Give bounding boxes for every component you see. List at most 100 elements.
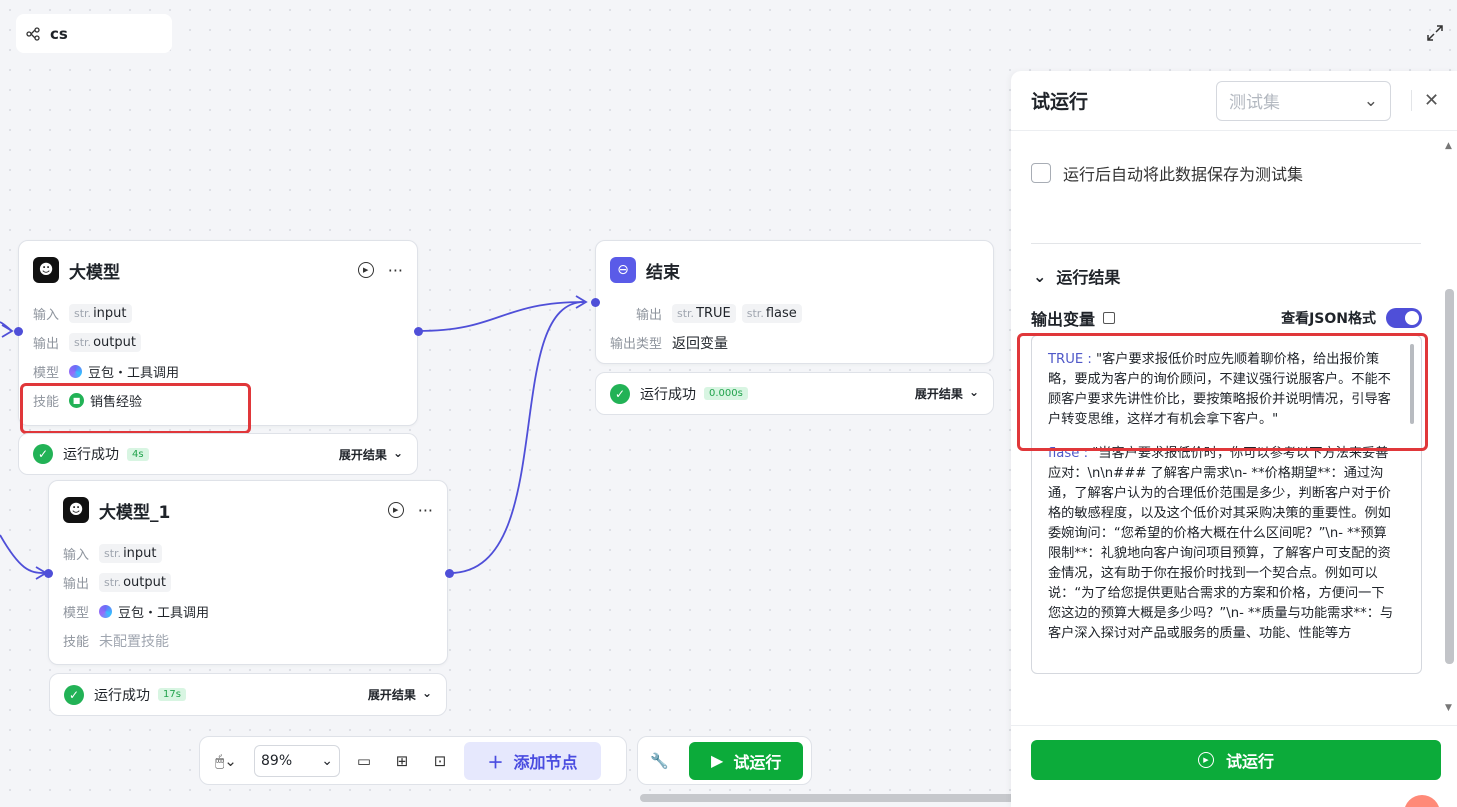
llm1-input-port[interactable] (44, 569, 53, 578)
edge-llm-end (417, 301, 585, 332)
output-tag: str. output (69, 333, 141, 352)
testset-select[interactable]: 测试集 ⌄ (1216, 80, 1391, 121)
arrow-llm (1, 324, 14, 338)
output-label: 输出 (63, 577, 90, 592)
end-input-port[interactable] (591, 298, 600, 307)
output-flase-tag: str. flase (741, 304, 802, 323)
panel-title: 试运行 (1031, 91, 1089, 113)
plus-icon: ＋ (487, 752, 504, 772)
llm-input-port[interactable] (14, 327, 23, 336)
comment-icon[interactable]: ▭ (350, 747, 378, 775)
model-value: 豆包・工具调用 (88, 366, 180, 381)
llm-output-port[interactable] (414, 327, 423, 336)
llm1-node[interactable]: ☻ 大模型_1 ▶ ··· 输入 str. input 输出 str. output… (48, 480, 448, 665)
llm1-avatar-icon: ☻ (63, 497, 89, 523)
time-badge: 17s (158, 688, 186, 701)
run-results-toggle[interactable]: ⌄ 运行结果 (1033, 264, 1120, 288)
output-type-value: 返回变量 (672, 335, 728, 352)
scroll-down-icon[interactable]: ▼ (1445, 703, 1452, 713)
zoom-value: 89% (261, 752, 293, 769)
model-label: 模型 (63, 606, 90, 621)
highlight-box-skill (20, 383, 251, 434)
doubao-model-icon (69, 365, 82, 378)
chevron-down-icon: ⌄ (321, 752, 333, 769)
end-avatar-icon: ⊖ (610, 257, 636, 283)
fullscreen-icon[interactable] (1426, 24, 1444, 42)
skill-label: 技能 (63, 635, 90, 650)
status-text: 运行成功 (63, 447, 119, 463)
model-value: 豆包・工具调用 (118, 606, 210, 621)
chevron-down-icon: ⌄ (968, 385, 979, 399)
llm1-output-port[interactable] (445, 569, 454, 578)
time-badge: 4s (127, 447, 149, 461)
play-icon[interactable]: ▶ (387, 502, 404, 518)
wrench-icon[interactable]: 🔧 (646, 747, 673, 775)
workflow-icon (26, 26, 40, 41)
node-title: 结束 (646, 262, 680, 283)
output-label: 输出 (636, 308, 663, 323)
output-true-tag: str. TRUE (672, 304, 736, 323)
json-toggle-label: 查看JSON格式 (1281, 311, 1376, 327)
divider (1031, 243, 1421, 244)
scroll-up-icon[interactable]: ▲ (1445, 141, 1452, 151)
doubao-model-icon (99, 605, 112, 618)
status-text: 运行成功 (94, 687, 150, 704)
end-status-bar: ✓ 运行成功 0.000s 展开结果 ⌄ (595, 372, 994, 415)
edge-in-llm1 (0, 534, 45, 574)
time-badge: 0.000s (704, 387, 748, 400)
edge-in-llm (0, 321, 13, 332)
input-tag: str. input (69, 304, 132, 323)
input-label: 输入 (63, 548, 90, 563)
workflow-title: cs (50, 24, 68, 43)
canvas-toolbar: 🖱⌄ 89% ⌄ ▭ ⊞ ⊡ ＋ 添加节点 (199, 736, 627, 785)
llm-avatar-icon: ☻ (33, 257, 59, 283)
minimap-icon[interactable]: ⊡ (426, 747, 454, 775)
save-testset-checkbox[interactable] (1031, 163, 1051, 183)
chevron-down-icon: ⌄ (1033, 266, 1047, 286)
node-title: 大模型 (69, 262, 120, 283)
status-text: 运行成功 (640, 386, 696, 403)
test-run-panel: 试运行 测试集 ⌄ ✕ 运行后自动将此数据保存为测试集 ⌄ 运行结果 输出变量 … (1011, 71, 1457, 807)
check-icon: ✓ (33, 444, 53, 464)
toolbar-test-run-button[interactable]: ▶ 试运行 (689, 741, 803, 780)
more-icon[interactable]: ··· (388, 261, 403, 280)
play-icon[interactable]: ▶ (357, 262, 374, 278)
expand-result-button[interactable]: 展开结果 ⌄ (339, 446, 403, 463)
panel-scrollbar[interactable] (1445, 289, 1454, 664)
copy-icon[interactable] (1103, 312, 1116, 324)
output-vars-label: 输出变量 (1031, 310, 1096, 329)
play-icon: ▶ (711, 751, 724, 770)
layout-icon[interactable]: ⊞ (388, 747, 416, 775)
more-icon[interactable]: ··· (418, 501, 433, 520)
input-tag: str. input (99, 544, 162, 563)
edge-llm1-end (449, 301, 585, 574)
llm1-status-bar: ✓ 运行成功 17s 展开结果 ⌄ (49, 673, 447, 716)
chevron-down-icon: ⌄ (421, 686, 432, 700)
result-flase-entry: flase : "当客户要求报低价时，你可以参考以下方法来妥善应对：\n\n##… (1048, 446, 1394, 641)
output-type-label: 输出类型 (610, 337, 663, 352)
mouse-mode-icon[interactable]: 🖱⌄ (208, 747, 244, 775)
check-icon: ✓ (64, 684, 84, 705)
input-label: 输入 (33, 308, 60, 323)
expand-result-button[interactable]: 展开结果 ⌄ (368, 686, 432, 703)
skill-value: 未配置技能 (99, 633, 169, 650)
arrow-end (575, 295, 588, 309)
highlight-box-true (1017, 333, 1428, 451)
add-node-button[interactable]: ＋ 添加节点 (464, 741, 601, 780)
chevron-down-icon: ⌄ (392, 445, 403, 460)
play-icon: ▶ (1197, 752, 1214, 768)
save-testset-row[interactable]: 运行后自动将此数据保存为测试集 (1031, 161, 1303, 185)
zoom-select[interactable]: 89% ⌄ (254, 744, 340, 777)
json-format-toggle[interactable] (1386, 308, 1422, 328)
output-label: 输出 (33, 337, 60, 352)
check-icon: ✓ (610, 383, 630, 404)
panel-test-run-button[interactable]: ▶ 试运行 (1031, 740, 1441, 780)
llm-status-bar: ✓ 运行成功 4s 展开结果 ⌄ (18, 433, 418, 475)
output-tag: str. output (99, 573, 171, 592)
workflow-title-chip[interactable]: cs (16, 14, 172, 53)
end-node[interactable]: ⊖ 结束 输出 str. TRUE str. flase 输出类型 返回变量 (595, 240, 994, 364)
run-toolbar: 🔧 ▶ 试运行 (637, 736, 812, 785)
close-icon[interactable]: ✕ (1411, 90, 1439, 111)
chevron-down-icon: ⌄ (1363, 90, 1378, 111)
expand-result-button[interactable]: 展开结果 ⌄ (915, 385, 979, 402)
